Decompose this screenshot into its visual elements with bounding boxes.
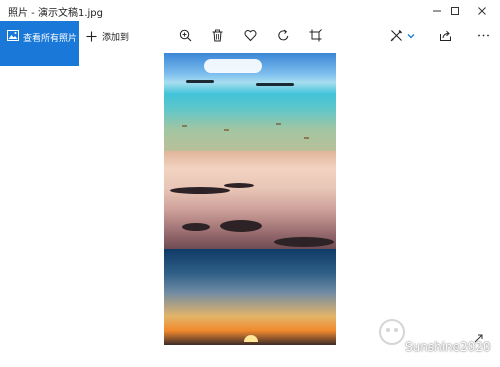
close-button[interactable] <box>466 0 498 21</box>
starfish <box>224 129 229 131</box>
rock <box>170 187 230 194</box>
zoom-button[interactable] <box>178 28 192 42</box>
title-bar: 照片 - 演示文稿1.jpg <box>0 0 500 21</box>
rock <box>182 223 210 231</box>
photos-icon <box>7 30 19 41</box>
watermark-text: Sunshine2020 <box>405 340 491 354</box>
edit-draw-button[interactable] <box>389 28 403 42</box>
share-icon <box>439 30 451 41</box>
rock <box>274 237 334 247</box>
crop-icon <box>309 28 322 41</box>
watermark-logo <box>379 319 405 345</box>
boat <box>186 80 214 83</box>
rock <box>224 183 254 188</box>
view-all-photos-button[interactable]: 查看所有照片 <box>0 21 79 66</box>
maximize-icon <box>451 6 459 15</box>
edit-draw-icon <box>390 29 402 41</box>
photo-panel-tropical-sea <box>164 53 336 151</box>
toolbar: 查看所有照片 添加到 <box>0 21 500 66</box>
starfish <box>182 125 187 127</box>
zoom-icon <box>179 29 191 41</box>
plus-icon <box>86 31 97 42</box>
share-button[interactable] <box>438 28 452 42</box>
chevron-down-icon[interactable] <box>407 32 415 40</box>
boat <box>256 83 294 86</box>
starfish <box>276 123 281 125</box>
more-icon <box>477 34 489 36</box>
rotate-icon <box>277 29 288 40</box>
crop-button[interactable] <box>308 28 322 42</box>
view-all-photos-label: 查看所有照片 <box>23 34 78 44</box>
delete-button[interactable] <box>210 28 224 42</box>
rotate-button[interactable] <box>276 28 290 42</box>
sun <box>244 335 258 342</box>
displayed-photo[interactable] <box>164 53 336 345</box>
favorite-button[interactable] <box>243 28 257 42</box>
starfish <box>304 137 309 139</box>
more-options-button[interactable] <box>476 28 490 42</box>
photo-panel-sunset <box>164 249 336 345</box>
add-to-label: 添加到 <box>102 33 130 43</box>
cloud <box>204 59 262 73</box>
photo-panel-rocks <box>164 151 336 249</box>
rock <box>220 220 262 232</box>
close-icon <box>478 6 486 15</box>
add-to-button[interactable]: 添加到 <box>86 30 129 43</box>
window-title: 照片 - 演示文稿1.jpg <box>8 8 103 19</box>
delete-icon <box>212 29 222 41</box>
favorite-icon <box>244 29 256 41</box>
